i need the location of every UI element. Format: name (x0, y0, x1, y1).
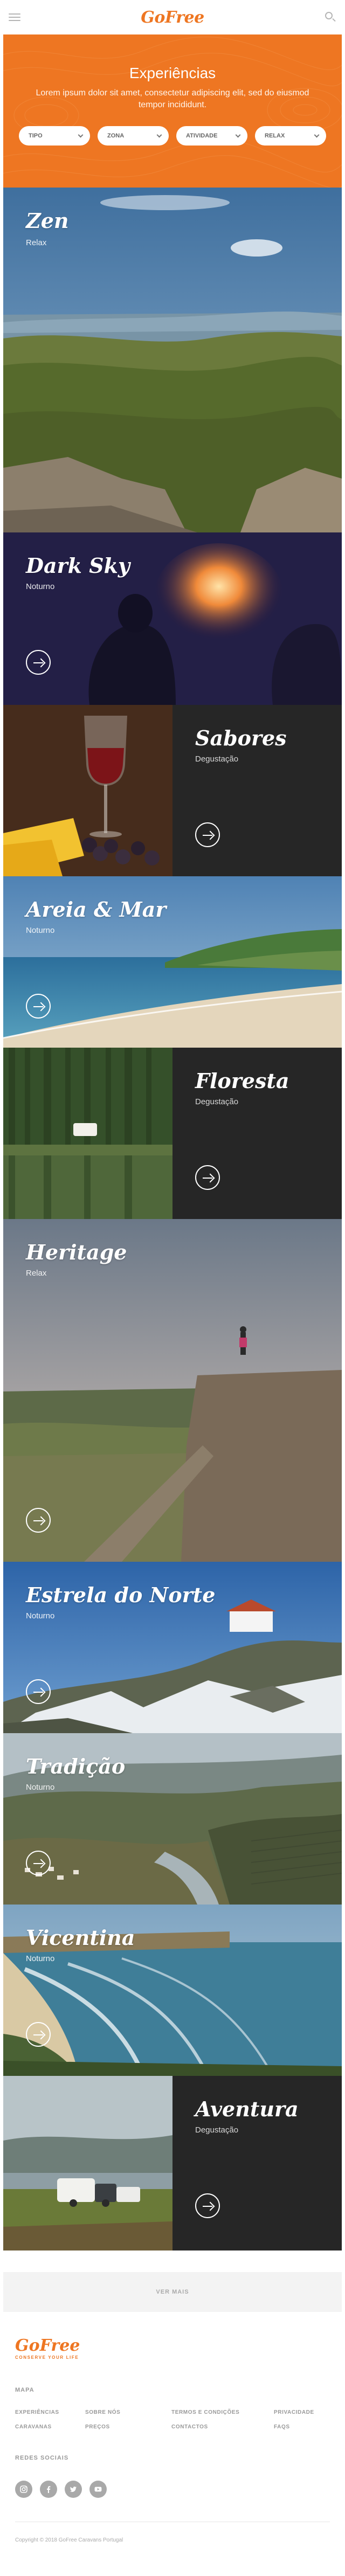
arrow-right-icon[interactable] (26, 650, 51, 675)
experience-category: Degustação (195, 2125, 239, 2135)
experience-card-aventura[interactable]: Aventura Degustação (3, 2076, 342, 2250)
experience-card-areia-mar[interactable]: Areia & Mar Noturno (3, 876, 342, 1048)
footer-links: EXPERIÊNCIAS SOBRE NÓS TERMOS E CONDIÇÕE… (15, 2409, 330, 2430)
experience-title: Dark Sky (26, 553, 130, 578)
footer-link-privacidade[interactable]: PRIVACIDADE (274, 2409, 344, 2415)
experience-category: Noturno (26, 1611, 55, 1621)
experience-category: Degustação (195, 1097, 239, 1106)
footer: GoFree CONSERVE YOUR LIFE MAPA EXPERIÊNC… (0, 2312, 345, 2543)
experiences-hero: Experiências Lorem ipsum dolor sit amet,… (3, 34, 342, 188)
experience-title: Tradição (26, 1754, 126, 1778)
experience-card-heritage[interactable]: Heritage Relax (3, 1219, 342, 1562)
footer-link-sobre-nos[interactable]: SOBRE NÓS (85, 2409, 171, 2415)
caravan-lake-image (3, 2076, 172, 2250)
filter-bar: TIPO ZONA ATIVIDADE RELAX (3, 126, 342, 146)
experience-category: Noturno (26, 582, 55, 591)
facebook-icon[interactable] (40, 2481, 57, 2498)
arrow-right-icon[interactable] (195, 2193, 220, 2218)
experience-category: Noturno (26, 926, 55, 935)
experience-card-zen[interactable]: Zen Relax (3, 188, 342, 532)
arrow-right-icon[interactable] (26, 1508, 51, 1533)
experience-card-sabores[interactable]: Sabores Degustação (3, 705, 342, 876)
footer-link-experiencias[interactable]: EXPERIÊNCIAS (15, 2409, 85, 2415)
chevron-down-icon (314, 132, 320, 137)
experience-card-tradicao[interactable]: Tradição Noturno (3, 1733, 342, 1905)
experience-category: Noturno (26, 1783, 55, 1792)
filter-zona-dropdown[interactable]: ZONA (98, 126, 169, 146)
filter-label: ATIVIDADE (186, 133, 218, 139)
aventura-text-panel: Aventura Degustação (172, 2076, 342, 2250)
experience-title: Vicentina (26, 1926, 135, 1950)
filter-tipo-dropdown[interactable]: TIPO (19, 126, 90, 146)
experience-title: Areia & Mar (26, 897, 167, 922)
heritage-castle-image (3, 1219, 342, 1562)
experience-title: Sabores (195, 726, 287, 750)
chevron-down-icon (235, 132, 241, 137)
floresta-image-panel (3, 1048, 172, 1219)
arrow-right-icon[interactable] (195, 822, 220, 847)
sabores-text-panel: Sabores Degustação (172, 705, 342, 876)
copyright-text: Copyright © 2018 GoFree Caravans Portuga… (15, 2537, 123, 2543)
twitter-icon[interactable] (65, 2481, 82, 2498)
experience-title: Aventura (195, 2097, 299, 2121)
chevron-down-icon (156, 132, 162, 137)
top-navigation: GoFree (0, 0, 345, 34)
gofree-logo[interactable]: GoFree (141, 8, 204, 27)
filter-atividade-dropdown[interactable]: ATIVIDADE (176, 126, 247, 146)
experience-title: Estrela do Norte (26, 1583, 216, 1607)
experience-category: Relax (26, 238, 47, 247)
experience-card-estrela-do-norte[interactable]: Estrela do Norte Noturno (3, 1562, 342, 1733)
experience-category: Degustação (195, 754, 239, 764)
arrow-right-icon[interactable] (26, 1679, 51, 1704)
filter-label: ZONA (107, 133, 125, 139)
search-icon[interactable] (325, 11, 336, 23)
filter-label: TIPO (29, 133, 43, 139)
footer-social-heading: REDES SOCIAIS (15, 2455, 69, 2461)
footer-link-caravanas[interactable]: CARAVANAS (15, 2424, 85, 2430)
hamburger-menu-icon[interactable] (9, 13, 20, 21)
floresta-text-panel: Floresta Degustação (172, 1048, 342, 1219)
page-title: Experiências (129, 65, 216, 81)
experience-card-dark-sky[interactable]: Dark Sky Noturno (3, 532, 342, 705)
zen-landscape-image (3, 188, 342, 532)
load-more-button[interactable]: VER MAIS (3, 2272, 342, 2312)
page-description: Lorem ipsum dolor sit amet, consectetur … (36, 88, 309, 109)
chevron-down-icon (78, 132, 84, 137)
filter-relax-dropdown[interactable]: RELAX (255, 126, 326, 146)
wine-and-cheese-image (3, 705, 172, 876)
experience-card-floresta[interactable]: Floresta Degustação (3, 1048, 342, 1219)
experience-title: Zen (26, 209, 69, 233)
footer-link-faqs[interactable]: FAQS (274, 2424, 344, 2430)
forest-lake-image (3, 1048, 172, 1219)
footer-link-contactos[interactable]: CONTACTOS (171, 2424, 274, 2430)
arrow-right-icon[interactable] (195, 1165, 220, 1190)
footer-link-termos[interactable]: TERMOS E CONDIÇÕES (171, 2409, 274, 2415)
footer-logo[interactable]: GoFree (15, 2338, 330, 2354)
experience-category: Relax (26, 1269, 47, 1278)
arrow-right-icon[interactable] (26, 2022, 51, 2047)
aventura-image-panel (3, 2076, 172, 2250)
sabores-image-panel (3, 705, 172, 876)
instagram-icon[interactable] (15, 2481, 32, 2498)
arrow-right-icon[interactable] (26, 1851, 51, 1875)
experience-title: Heritage (26, 1240, 127, 1264)
social-links (15, 2481, 330, 2498)
experience-category: Noturno (26, 1954, 55, 1963)
experience-title: Floresta (195, 1069, 289, 1093)
arrow-right-icon[interactable] (26, 994, 51, 1019)
footer-tagline: CONSERVE YOUR LIFE (15, 2355, 79, 2360)
experience-card-vicentina[interactable]: Vicentina Noturno (3, 1905, 342, 2076)
youtube-icon[interactable] (89, 2481, 107, 2498)
footer-link-precos[interactable]: PREÇOS (85, 2424, 171, 2430)
filter-label: RELAX (265, 133, 285, 139)
footer-menu-heading: MAPA (15, 2387, 34, 2393)
